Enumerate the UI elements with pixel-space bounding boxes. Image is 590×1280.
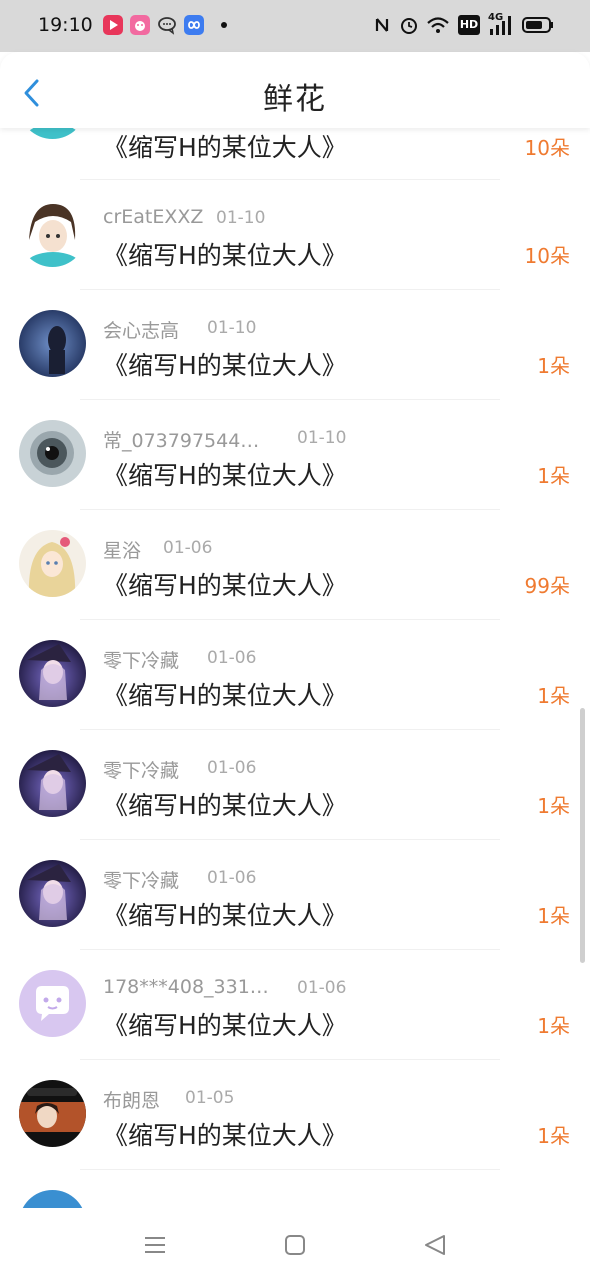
list-item[interactable]: 零下冷藏 01-06 《缩写H的某位大人》 1朵 xyxy=(0,846,590,956)
list-item[interactable] xyxy=(0,1176,590,1208)
status-time: 19:10 xyxy=(38,14,93,36)
username[interactable]: 零下冷藏 xyxy=(103,756,179,783)
book-title: 《缩写H的某位大人》 xyxy=(103,571,347,600)
witch-girl-avatar xyxy=(19,750,86,817)
blue-avatar xyxy=(19,1190,86,1208)
battery-icon xyxy=(522,15,554,35)
signal-4g-icon: 4G xyxy=(488,12,514,35)
back-triangle-icon[interactable] xyxy=(420,1230,450,1260)
username[interactable]: 零下冷藏 xyxy=(103,646,179,673)
book-title: 《缩写H的某位大人》 xyxy=(103,241,347,270)
scrollbar[interactable] xyxy=(580,708,585,963)
flower-count: 1朵 xyxy=(537,684,570,708)
flower-count: 1朵 xyxy=(537,1124,570,1148)
witch-girl-avatar xyxy=(19,640,86,707)
list-item[interactable]: 零下冷藏 01-06 《缩写H的某位大人》 1朵 xyxy=(0,736,590,846)
list-item[interactable]: crEatEXXZ 01-10 《缩写H的某位大人》 10朵 xyxy=(0,186,590,296)
divider xyxy=(80,1169,500,1170)
book-title: 《缩写H的某位大人》 xyxy=(103,791,347,820)
book-title: 《缩写H的某位大人》 xyxy=(103,1121,347,1150)
book-title: 《缩写H的某位大人》 xyxy=(103,351,347,380)
wifi-icon xyxy=(426,15,450,35)
date: 01-06 xyxy=(207,758,257,778)
list-item[interactable]: 《缩写H的某位大人》 10朵 xyxy=(0,128,590,186)
anime-boy-avatar xyxy=(19,128,86,139)
username[interactable]: 星浴 xyxy=(103,536,141,563)
date: 01-06 xyxy=(163,538,213,558)
notification-dot xyxy=(221,22,227,28)
divider xyxy=(80,1059,500,1060)
default-chat-avatar xyxy=(19,970,86,1037)
username[interactable]: crEatEXXZ xyxy=(103,206,203,228)
nfc-icon xyxy=(374,15,392,35)
divider xyxy=(80,509,500,510)
system-nav-bar xyxy=(0,1208,590,1280)
date: 01-06 xyxy=(207,648,257,668)
divider xyxy=(80,619,500,620)
blonde-girl-avatar xyxy=(19,530,86,597)
menu-icon[interactable] xyxy=(140,1230,170,1260)
pink-app-icon xyxy=(130,15,150,35)
flower-list[interactable]: 《缩写H的某位大人》 10朵 crEatEXXZ 01-10 《缩写H的某位大人… xyxy=(0,128,590,1208)
status-app-icons xyxy=(103,15,227,35)
date: 01-10 xyxy=(216,208,266,228)
book-title: 《缩写H的某位大人》 xyxy=(103,461,347,490)
book-title: 《缩写H的某位大人》 xyxy=(103,681,347,710)
date: 01-06 xyxy=(207,868,257,888)
book-title: 《缩写H的某位大人》 xyxy=(103,901,347,930)
home-square-icon[interactable] xyxy=(280,1230,310,1260)
alarm-icon xyxy=(400,15,418,35)
flower-count: 1朵 xyxy=(537,904,570,928)
flower-count: 1朵 xyxy=(537,794,570,818)
username[interactable]: 布朗恩 xyxy=(103,1086,160,1113)
video-app-icon xyxy=(103,15,123,35)
date: 01-06 xyxy=(297,978,347,998)
list-item[interactable]: 零下冷藏 01-06 《缩写H的某位大人》 1朵 xyxy=(0,626,590,736)
username[interactable]: 常_073797544… xyxy=(103,426,259,453)
divider xyxy=(80,839,500,840)
list-item[interactable]: 常_073797544… 01-10 《缩写H的某位大人》 1朵 xyxy=(0,406,590,516)
username[interactable]: 178***408_331… xyxy=(103,976,269,998)
flower-count: 1朵 xyxy=(537,354,570,378)
flower-count: 10朵 xyxy=(524,136,570,160)
anime-boy-avatar xyxy=(19,200,86,267)
divider xyxy=(80,289,500,290)
hd-icon: HD xyxy=(458,15,480,35)
flower-count: 10朵 xyxy=(524,244,570,268)
username[interactable]: 零下冷藏 xyxy=(103,866,179,893)
divider xyxy=(80,729,500,730)
anime-character-avatar xyxy=(19,1080,86,1147)
list-item[interactable]: 178***408_331… 01-06 《缩写H的某位大人》 1朵 xyxy=(0,956,590,1066)
divider xyxy=(80,399,500,400)
flower-count: 1朵 xyxy=(537,464,570,488)
dark-figure-avatar xyxy=(19,310,86,377)
divider xyxy=(80,179,500,180)
username[interactable]: 会心志高 xyxy=(103,316,179,343)
page-title: 鲜花 xyxy=(263,82,327,117)
list-item[interactable]: 会心志高 01-10 《缩写H的某位大人》 1朵 xyxy=(0,296,590,406)
book-title: 《缩写H的某位大人》 xyxy=(103,133,347,162)
book-title: 《缩写H的某位大人》 xyxy=(103,1011,347,1040)
date: 01-10 xyxy=(297,428,347,448)
date: 01-10 xyxy=(207,318,257,338)
app-header: 鲜花 xyxy=(0,52,590,128)
divider xyxy=(80,949,500,950)
status-bar: 19:10 HD 4G xyxy=(0,0,590,52)
date: 01-05 xyxy=(185,1088,235,1108)
list-item[interactable]: 布朗恩 01-05 《缩写H的某位大人》 1朵 xyxy=(0,1066,590,1176)
eye-avatar xyxy=(19,420,86,487)
status-system-icons: HD 4G xyxy=(374,12,554,35)
chat-app-icon xyxy=(157,15,177,35)
flower-count: 99朵 xyxy=(524,574,570,598)
blue-app-icon xyxy=(184,15,204,35)
flower-count: 1朵 xyxy=(537,1014,570,1038)
list-item[interactable]: 星浴 01-06 《缩写H的某位大人》 99朵 xyxy=(0,516,590,626)
witch-girl-avatar xyxy=(19,860,86,927)
